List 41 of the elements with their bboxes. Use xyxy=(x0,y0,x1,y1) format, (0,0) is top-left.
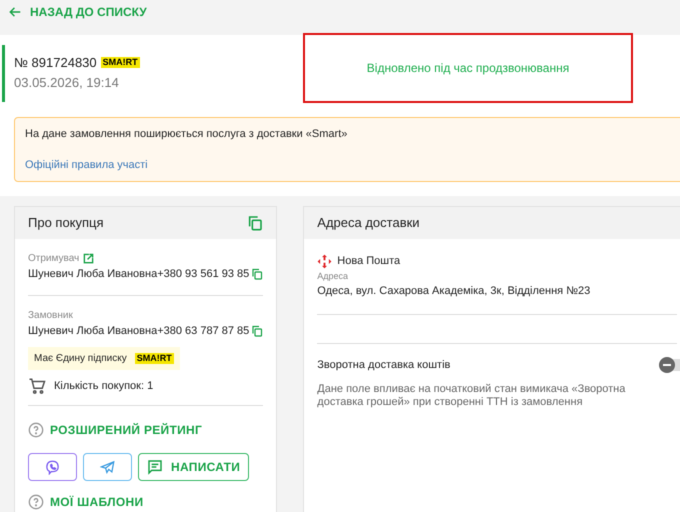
contact-role: Отримувач xyxy=(28,252,80,266)
cod-toggle[interactable] xyxy=(659,358,680,371)
carrier-name: Нова Пошта xyxy=(337,254,400,269)
smart-logo: SMA!RT xyxy=(134,353,174,364)
cart-icon xyxy=(28,377,46,395)
cod-hint: Дане поле впливає на початковий стан вимикача «Зворотна доставка грошей» при створенні ТТН із замовлення xyxy=(317,383,626,409)
viber-button[interactable] xyxy=(28,453,77,481)
card-title: Адреса доставки xyxy=(317,214,420,232)
rating-link[interactable]: РОЗШИРЕНИЙ РЕЙТИНГ xyxy=(50,421,202,439)
cod-label: Зворотна доставка коштів xyxy=(317,358,450,372)
purchase-count: Кількість покупок: 1 xyxy=(54,378,154,394)
order-status: Відновлено під час продзвонювання xyxy=(303,33,633,103)
back-arrow-icon[interactable] xyxy=(8,5,22,19)
address-text: Одеса, вул. Сахарова Академіка, 3к, Відділення №23 xyxy=(317,283,678,314)
contact-name: Шуневич Люба Ивановна xyxy=(28,267,158,282)
contact-role: Замовник xyxy=(28,308,73,322)
phone-bubble-icon xyxy=(45,460,60,474)
back-link[interactable]: НАЗАД ДО СПИСКУ xyxy=(30,3,147,21)
message-icon xyxy=(147,459,163,475)
card-title: Про покупця xyxy=(28,214,104,232)
write-button[interactable]: НАПИСАТИ xyxy=(138,453,250,481)
contact-phone: +380 93 561 93 85 xyxy=(157,267,250,282)
telegram-button[interactable] xyxy=(83,453,132,481)
copy-icon[interactable] xyxy=(251,324,264,337)
copy-icon[interactable] xyxy=(247,215,264,231)
subscription-text: Має Єдину підписку xyxy=(34,352,127,366)
address-label: Адреса xyxy=(317,270,350,283)
help-icon[interactable] xyxy=(28,422,44,438)
help-icon[interactable] xyxy=(28,494,44,510)
contact-phone: +380 63 787 87 85 xyxy=(157,324,250,338)
smart-logo: SMA!RT xyxy=(100,57,140,68)
rules-link[interactable]: Офіційні правила участі xyxy=(25,156,680,173)
paper-plane-icon xyxy=(100,460,115,474)
order-date: 03.05.2026, 19:14 xyxy=(14,74,120,92)
copy-icon[interactable] xyxy=(251,268,264,280)
templates-link[interactable]: МОЇ ШАБЛОНИ xyxy=(50,493,144,511)
contact-name: Шуневич Люба Ивановна xyxy=(28,324,158,338)
notice-text: На дане замовлення поширюється послуга з доставки «Smart» xyxy=(25,127,348,142)
order-number: № 891724830 xyxy=(14,54,97,72)
carrier-logo-icon xyxy=(317,254,332,269)
edit-link-icon[interactable] xyxy=(83,253,94,264)
